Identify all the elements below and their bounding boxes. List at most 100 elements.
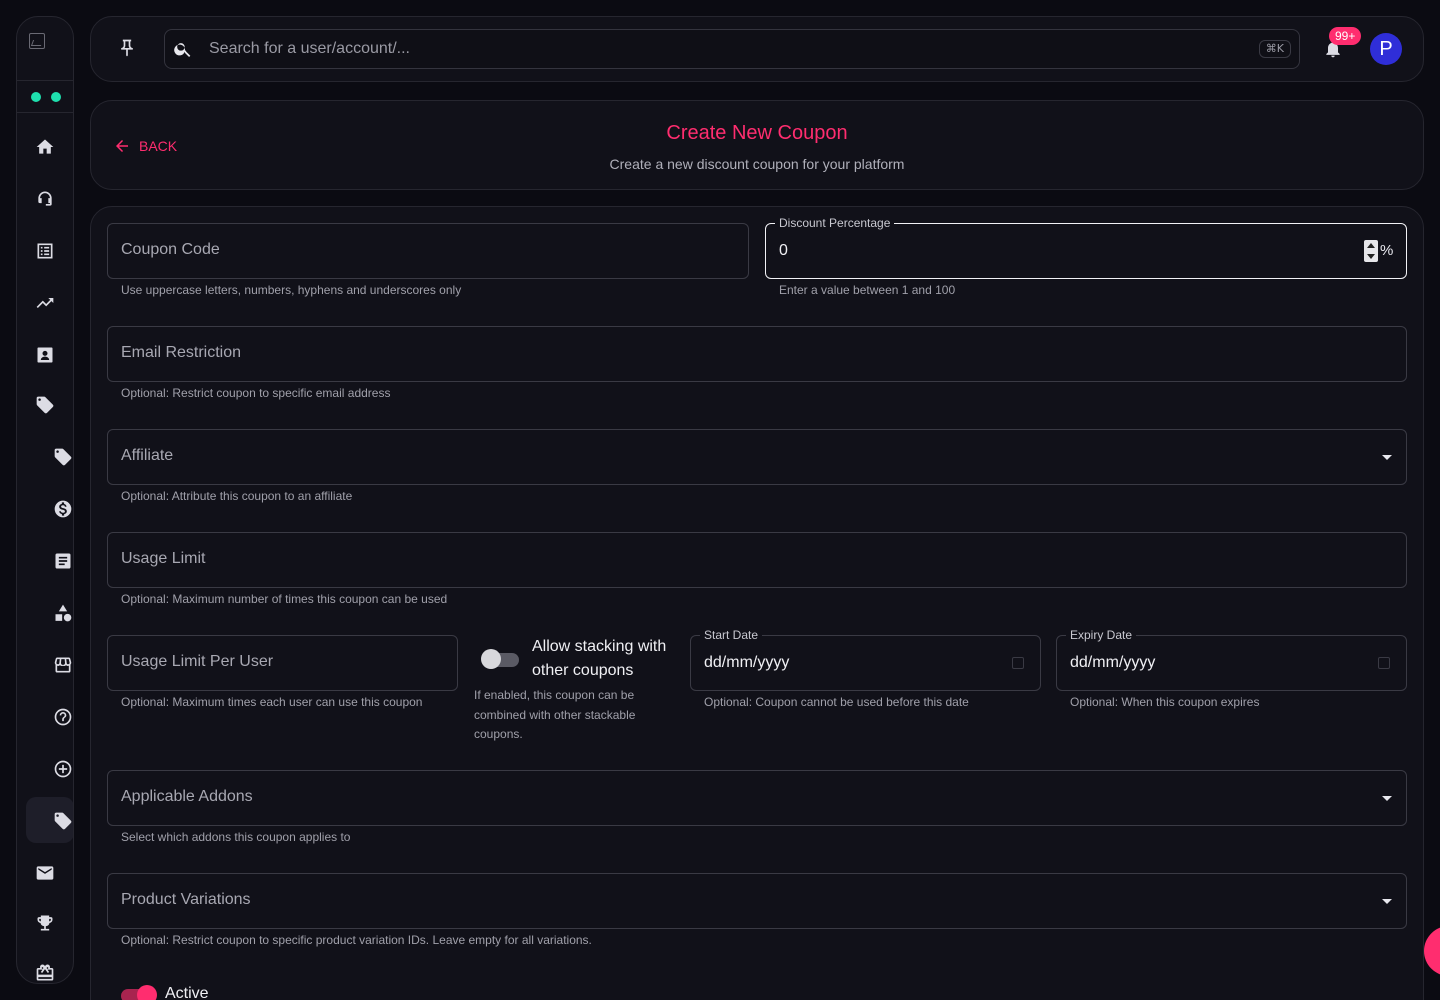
expiry-date-label: Expiry Date	[1066, 628, 1137, 642]
pin-icon	[121, 39, 133, 57]
applicable-addons-select[interactable]: Applicable Addons	[107, 770, 1407, 826]
support-agent-icon	[38, 191, 52, 206]
sidebar-item-trophy[interactable]	[33, 911, 57, 935]
floating-action-button[interactable]	[1424, 926, 1440, 976]
applicable-addons-helper: Select which addons this coupon applies …	[121, 830, 351, 844]
sidebar-item-add[interactable]	[51, 757, 73, 781]
shortcut-hint: ⌘K	[1258, 40, 1291, 58]
gift-card-icon	[36, 964, 54, 981]
sidebar-item-payments[interactable]	[51, 497, 73, 521]
sidebar-item-tag-sub[interactable]	[51, 445, 73, 469]
help-icon	[54, 708, 72, 726]
sidebar	[16, 16, 74, 984]
status-dots	[17, 81, 73, 113]
page-title: Create New Coupon	[666, 122, 848, 144]
search-input[interactable]	[209, 30, 1239, 68]
percent-unit: %	[1380, 242, 1394, 259]
home-icon	[36, 139, 54, 154]
expiry-date-helper: Optional: When this coupon expires	[1070, 695, 1260, 709]
status-dot	[31, 91, 41, 102]
discount-percentage-label: Discount Percentage	[775, 216, 895, 230]
tag-icon	[36, 396, 54, 414]
stacking-label: Allow stacking with other coupons	[532, 638, 667, 679]
discount-percentage-helper: Enter a value between 1 and 100	[779, 283, 956, 297]
usage-limit-per-user-label: Usage Limit Per User	[121, 653, 274, 670]
coupon-code-field[interactable]: Coupon Code	[107, 223, 749, 279]
sidebar-item-articles[interactable]	[51, 549, 73, 573]
dropdown-arrow-icon	[1382, 455, 1392, 460]
broken-image-icon	[29, 33, 45, 49]
sidebar-item-tags[interactable]	[33, 393, 57, 417]
product-variations-helper: Optional: Restrict coupon to specific pr…	[121, 933, 592, 947]
sidebar-item-analytics[interactable]	[33, 291, 57, 315]
product-variations-select[interactable]: Product Variations	[107, 873, 1407, 929]
coupon-code-helper: Use uppercase letters, numbers, hyphens …	[121, 283, 462, 297]
page-header: BACK Create New Coupon Create a new disc…	[90, 100, 1424, 190]
stacking-toggle[interactable]	[481, 647, 521, 671]
contact-icon	[37, 347, 53, 363]
sidebar-item-home[interactable]	[33, 135, 57, 159]
sidebar-item-gifts[interactable]	[33, 961, 57, 983]
coupon-form: Coupon Code Use uppercase letters, numbe…	[90, 206, 1424, 1000]
dropdown-arrow-icon	[1382, 899, 1392, 904]
usage-limit-helper: Optional: Maximum number of times this c…	[121, 592, 448, 606]
email-restriction-label: Email Restriction	[121, 344, 242, 361]
sidebar-item-list[interactable]	[33, 239, 57, 263]
sidebar-item-shapes[interactable]	[51, 601, 73, 625]
usage-limit-field[interactable]: Usage Limit	[107, 532, 1407, 588]
avatar[interactable]: P	[1370, 33, 1402, 65]
expiry-date-field[interactable]: Expiry Date dd/mm/yyyy	[1056, 628, 1407, 691]
active-label: Active	[165, 985, 209, 1000]
mail-icon	[36, 866, 54, 880]
pin-button[interactable]	[117, 37, 139, 61]
logo-area	[17, 17, 73, 81]
search-bar: ⌘K	[164, 29, 1300, 69]
toggle-thumb	[137, 985, 157, 1000]
trending-up-icon	[36, 298, 54, 308]
expiry-date-value: dd/mm/yyyy	[1070, 654, 1156, 671]
sidebar-item-store[interactable]	[51, 653, 73, 677]
start-date-field[interactable]: Start Date dd/mm/yyyy	[690, 628, 1041, 691]
search-icon	[173, 39, 193, 59]
affiliate-helper: Optional: Attribute this coupon to an af…	[121, 489, 353, 503]
coupon-code-label: Coupon Code	[121, 241, 220, 258]
toggle-thumb	[481, 649, 501, 669]
stacking-helper: If enabled, this coupon can be combined …	[474, 688, 636, 741]
start-date-helper: Optional: Coupon cannot be used before t…	[704, 695, 969, 709]
sidebar-item-mail[interactable]	[33, 861, 57, 885]
page-subtitle: Create a new discount coupon for your pl…	[609, 156, 905, 172]
tag-icon	[54, 812, 72, 830]
dollar-icon	[54, 500, 72, 518]
top-bar: ⌘K 99+ P	[90, 16, 1424, 82]
sidebar-item-coupons[interactable]	[51, 809, 73, 833]
tag-icon	[54, 448, 72, 466]
email-restriction-field[interactable]: Email Restriction	[107, 326, 1407, 382]
usage-limit-label: Usage Limit	[121, 550, 206, 567]
list-icon	[37, 243, 53, 259]
email-restriction-helper: Optional: Restrict coupon to specific em…	[121, 386, 391, 400]
active-toggle[interactable]	[117, 983, 157, 1000]
trophy-icon	[37, 915, 53, 931]
notification-badge: 99+	[1329, 27, 1362, 45]
start-date-label: Start Date	[700, 628, 763, 642]
calendar-icon[interactable]	[1012, 657, 1024, 669]
sidebar-item-contacts[interactable]	[33, 343, 57, 367]
discount-percentage-value: 0	[779, 242, 788, 259]
shapes-icon	[55, 604, 72, 622]
sidebar-item-help[interactable]	[51, 705, 73, 729]
discount-percentage-field[interactable]: Discount Percentage 0 %	[765, 216, 1407, 279]
product-variations-label: Product Variations	[121, 891, 251, 908]
number-spinner[interactable]	[1364, 240, 1378, 262]
storefront-icon	[54, 657, 72, 673]
sidebar-item-support[interactable]	[33, 187, 57, 211]
dropdown-arrow-icon	[1382, 796, 1392, 801]
applicable-addons-label: Applicable Addons	[121, 788, 253, 805]
start-date-value: dd/mm/yyyy	[704, 654, 790, 671]
usage-limit-per-user-field[interactable]: Usage Limit Per User	[107, 635, 458, 691]
affiliate-label: Affiliate	[121, 447, 174, 464]
affiliate-select[interactable]: Affiliate	[107, 429, 1407, 485]
article-icon	[55, 553, 71, 569]
calendar-icon[interactable]	[1378, 657, 1390, 669]
status-dot	[51, 91, 61, 102]
usage-limit-per-user-helper: Optional: Maximum times each user can us…	[121, 695, 423, 709]
